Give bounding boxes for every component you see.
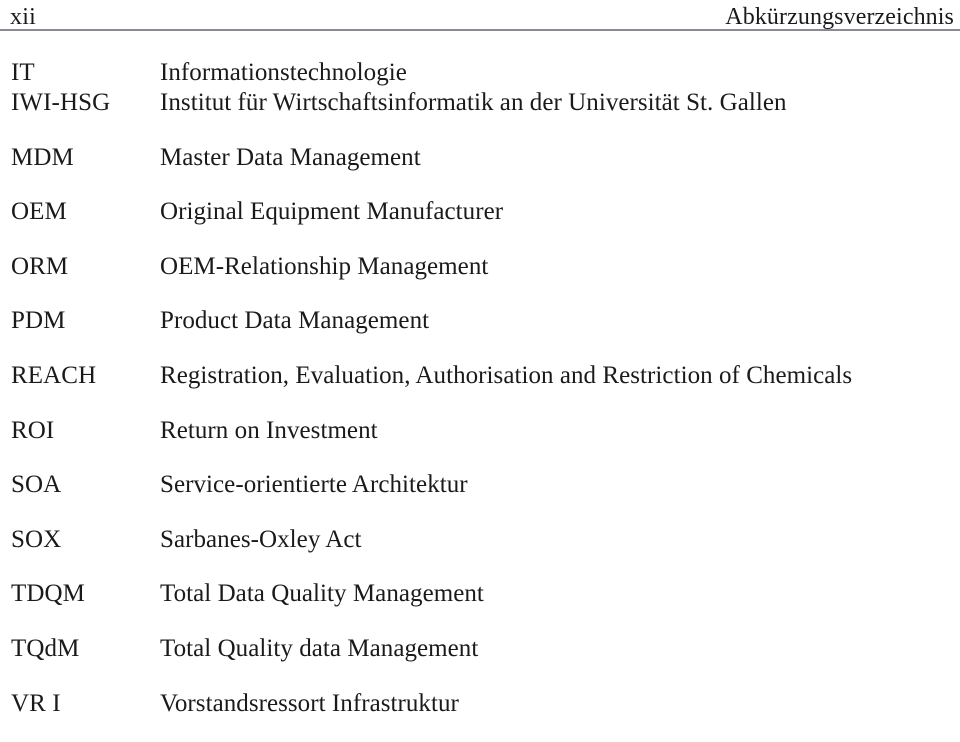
abbreviation-row: VR I Vorstandsressort Infrastruktur — [0, 689, 960, 742]
abbreviation-definition: Master Data Management — [160, 143, 421, 171]
abbreviation-term: PDM — [11, 307, 66, 335]
abbreviation-term: ORM — [11, 252, 69, 280]
abbreviation-definition: Total Data Quality Management — [160, 580, 484, 608]
abbreviation-definition: Total Quality data Management — [160, 634, 479, 662]
abbreviation-definition: Informationstechnologie — [160, 59, 407, 86]
abbreviation-definition: Return on Investment — [160, 416, 378, 444]
abbreviation-row: IWI-HSG Institut für Wirtschaftsinformati… — [0, 88, 960, 143]
abbreviation-definition: Sarbanes-Oxley Act — [160, 525, 362, 553]
abbreviation-term: OEM — [11, 198, 67, 226]
abbreviation-term: ROI — [11, 416, 55, 444]
abbreviation-term: SOX — [11, 525, 62, 553]
abbreviation-row: REACH Registration, Evaluation, Authorisa… — [0, 361, 960, 416]
abbreviation-definition: Registration, Evaluation, Authorisation … — [160, 361, 853, 389]
abbreviation-term: TQdM — [11, 634, 80, 662]
abbreviation-term: IT — [11, 59, 35, 86]
abbreviation-row: OEM Original Equipment Manufacturer — [0, 197, 960, 252]
page-number: xii — [10, 4, 36, 30]
abbreviation-term: SOA — [11, 471, 62, 499]
abbreviation-row: SOX Sarbanes-Oxley Act — [0, 525, 960, 580]
abbreviation-row: TQdM Total Quality data Management — [0, 634, 960, 689]
abbreviation-term: MDM — [11, 143, 74, 171]
abbreviation-row: ORM OEM-Relationship Management — [0, 252, 960, 307]
page-title: Abkürzungsverzeichnis — [725, 4, 954, 30]
abbreviation-row: PDM Product Data Management — [0, 306, 960, 361]
abbreviation-definition: Vorstandsressort Infrastruktur — [160, 689, 459, 717]
document-page: xii Abkürzungsverzeichnis IT Informations… — [0, 0, 960, 742]
abbreviation-term: REACH — [11, 361, 97, 389]
abbreviation-list: IT Informationstechnologie IWI-HSG Institut… — [0, 30, 960, 742]
abbreviation-definition: Original Equipment Manufacturer — [160, 198, 504, 226]
abbreviation-row: TDQM Total Data Quality Management — [0, 579, 960, 634]
abbreviation-definition: Institut für Wirtschaftsinformatik an de… — [160, 89, 787, 116]
abbreviation-term: VR I — [11, 689, 61, 717]
abbreviation-definition: OEM-Relationship Management — [160, 252, 489, 280]
abbreviation-row: MDM Master Data Management — [0, 143, 960, 198]
abbreviation-row: IT Informationstechnologie — [0, 30, 960, 88]
running-header: xii Abkürzungsverzeichnis — [0, 0, 960, 30]
abbreviation-definition: Service-orientierte Architektur — [160, 471, 468, 499]
abbreviation-definition: Product Data Management — [160, 307, 430, 335]
abbreviation-row: SOA Service-orientierte Architektur — [0, 470, 960, 525]
abbreviation-term: IWI-HSG — [11, 89, 111, 116]
abbreviation-term: TDQM — [11, 580, 86, 608]
abbreviation-row: ROI Return on Investment — [0, 416, 960, 471]
